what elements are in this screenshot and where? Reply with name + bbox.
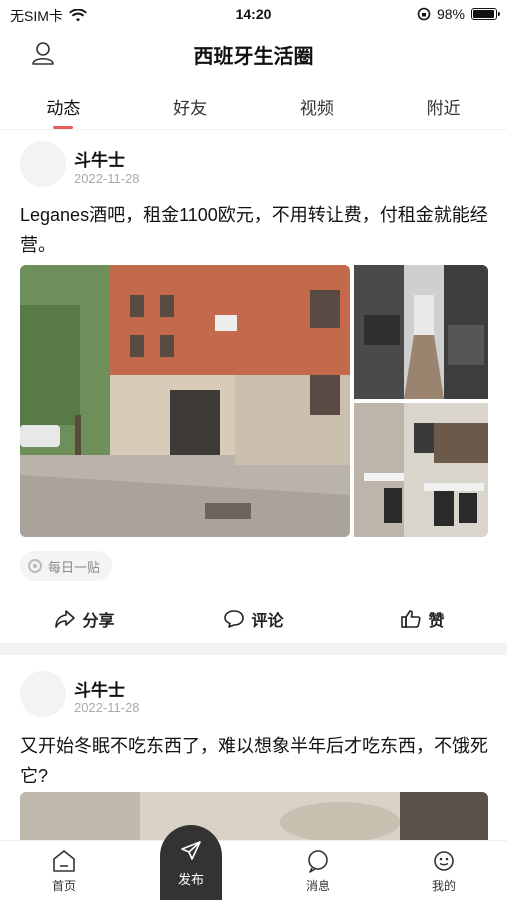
avatar[interactable] [20, 141, 66, 187]
post-image-grid [20, 265, 488, 537]
post-text[interactable]: 又开始冬眠不吃东西了，难以想象半年后才吃东西，不饿死它? [20, 731, 490, 791]
send-icon [181, 841, 201, 860]
post-actions: 分享 评论 赞 [0, 600, 507, 638]
share-button[interactable]: 分享 [0, 600, 169, 638]
post-date: 2022-11-28 [74, 700, 140, 715]
nav-mine[interactable]: 我的 [404, 849, 484, 894]
bottom-nav: 首页 发布 消息 我的 [0, 825, 507, 900]
tab-bar: 动态 好友 视频 附近 [0, 80, 507, 130]
post-author[interactable]: 斗牛士 [74, 676, 125, 701]
nav-mine-label: 我的 [431, 879, 456, 893]
share-icon [55, 610, 76, 628]
comment-label: 评论 [251, 613, 284, 630]
app-header: 西班牙生活圈 [0, 30, 507, 78]
tab-friends[interactable]: 好友 [127, 80, 254, 129]
nav-home-label: 首页 [51, 879, 76, 893]
orientation-lock-icon [417, 7, 431, 21]
page-title: 西班牙生活圈 [193, 46, 314, 68]
profile-icon [434, 851, 454, 871]
tab-video[interactable]: 视频 [254, 80, 381, 129]
comment-button[interactable]: 评论 [169, 600, 338, 638]
topic-tag[interactable]: 每日一贴 [20, 551, 113, 581]
message-icon [308, 850, 328, 873]
nav-messages-label: 消息 [305, 879, 330, 893]
thumbs-up-icon [401, 610, 422, 628]
post-author[interactable]: 斗牛士 [74, 146, 125, 171]
topic-label: 每日一贴 [48, 559, 101, 575]
post-image-kitchen[interactable] [354, 265, 488, 399]
post-date: 2022-11-28 [74, 171, 140, 186]
battery-icon [471, 8, 500, 20]
post-text[interactable]: Leganes酒吧，租金1100欧元，不用转让费，付租金就能经营。 [20, 200, 490, 260]
status-bar: 无SIM卡 14:20 98% [0, 0, 507, 30]
share-label: 分享 [82, 613, 115, 630]
nav-home[interactable]: 首页 [24, 849, 104, 894]
like-button[interactable]: 赞 [338, 600, 507, 638]
post-image-street[interactable] [20, 265, 350, 537]
comment-icon [224, 610, 245, 628]
publish-label: 发布 [177, 872, 204, 887]
publish-button[interactable]: 发布 [160, 825, 222, 900]
avatar[interactable] [20, 671, 66, 717]
post-divider [0, 643, 507, 655]
like-label: 赞 [428, 613, 445, 630]
post-image[interactable] [20, 792, 488, 842]
topic-icon [28, 559, 42, 573]
post-image-dining[interactable] [354, 403, 488, 537]
battery-percent: 98% [436, 6, 465, 22]
nav-messages[interactable]: 消息 [278, 849, 358, 894]
tab-nearby[interactable]: 附近 [380, 80, 507, 129]
home-icon [53, 850, 75, 872]
tab-feed[interactable]: 动态 [0, 80, 127, 129]
